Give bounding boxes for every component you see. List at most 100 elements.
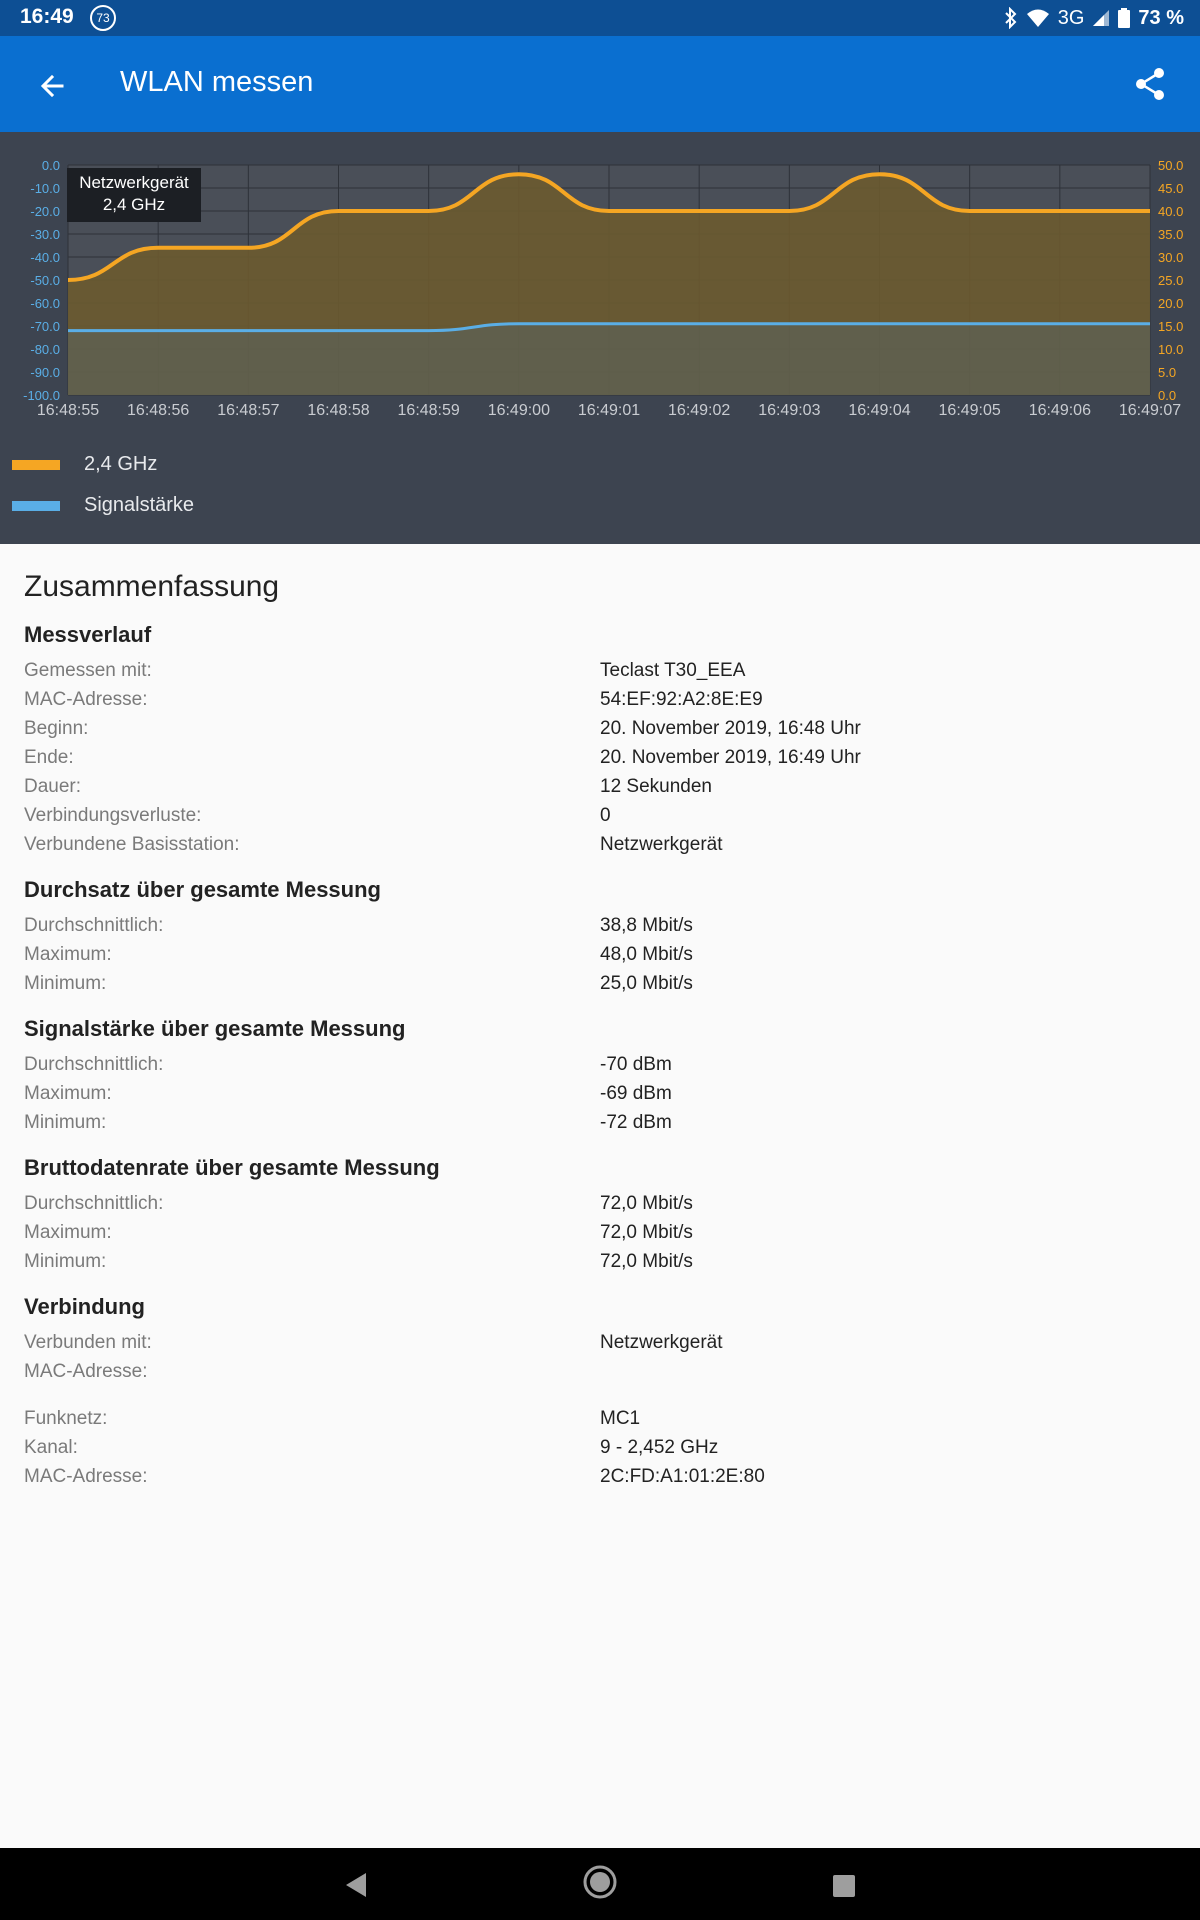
y-right-tick-label: 5.0	[1158, 365, 1176, 380]
info-row: MAC-Adresse: 54:EF:92:A2:8E:E9	[24, 689, 1184, 718]
y-right-tick-label: 45.0	[1158, 181, 1183, 196]
status-bar: 16:49 73 3G 73 %	[0, 0, 1200, 36]
x-tick-label: 16:49:06	[1029, 402, 1091, 419]
tooltip-band: 2,4 GHz	[102, 195, 166, 214]
row-label: Verbunden mit:	[24, 1332, 152, 1353]
info-row: Verbunden mit: Netzwerkgerät	[24, 1332, 1184, 1361]
legend-label: Signalstärke	[84, 494, 195, 516]
row-value: Netzwerkgerät	[600, 834, 723, 855]
info-row: Minimum: -72 dBm	[24, 1112, 1184, 1141]
info-row: Ende: 20. November 2019, 16:49 Uhr	[24, 747, 1184, 776]
row-label: Minimum:	[24, 1112, 107, 1133]
y-left-tick-label: -40.0	[30, 250, 60, 265]
summary-title: Zusammenfassung	[24, 570, 280, 603]
battery-icon	[1118, 8, 1131, 28]
info-row: Maximum: -69 dBm	[24, 1083, 1184, 1112]
row-value: 20. November 2019, 16:49 Uhr	[600, 747, 861, 768]
y-left-tick-label: -100.0	[23, 388, 60, 403]
tooltip-device: Netzwerkgerät	[79, 173, 189, 192]
nav-back-icon[interactable]	[344, 1872, 368, 1903]
y-left-tick-label: -90.0	[30, 365, 60, 380]
info-row: Verbindungsverluste: 0	[24, 805, 1184, 834]
legend-swatch	[12, 500, 60, 511]
share-icon[interactable]	[1132, 66, 1168, 102]
legend-item-2-4-ghz: 2,4 GHz	[12, 444, 194, 485]
status-time: 16:49	[20, 5, 74, 28]
x-tick-label: 16:48:56	[127, 402, 189, 419]
info-row: MAC-Adresse:	[24, 1361, 1184, 1390]
row-label: Maximum:	[24, 1083, 112, 1104]
network-type: 3G	[1057, 6, 1085, 29]
row-value: 2C:FD:A1:01:2E:80	[600, 1466, 765, 1487]
row-value: 72,0 Mbit/s	[600, 1193, 693, 1214]
info-row: MAC-Adresse: 2C:FD:A1:01:2E:80	[24, 1466, 1184, 1495]
row-label: MAC-Adresse:	[24, 1466, 148, 1487]
summary: Zusammenfassung Messverlauf Gemessen mit…	[24, 570, 1184, 1495]
row-value: 54:EF:92:A2:8E:E9	[600, 689, 763, 710]
y-left-tick-label: -10.0	[30, 181, 60, 196]
row-value: 72,0 Mbit/s	[600, 1251, 693, 1272]
row-value: 38,8 Mbit/s	[600, 915, 693, 936]
row-label: Durchschnittlich:	[24, 1054, 164, 1075]
row-value: 25,0 Mbit/s	[600, 973, 693, 994]
x-tick-label: 16:49:07	[1119, 402, 1181, 419]
row-label: Beginn:	[24, 718, 89, 739]
y-left-tick-label: -60.0	[30, 296, 60, 311]
row-label: Durchschnittlich:	[24, 1193, 164, 1214]
row-label: Durchschnittlich:	[24, 915, 164, 936]
row-value: -72 dBm	[600, 1112, 672, 1133]
row-value: 72,0 Mbit/s	[600, 1222, 693, 1243]
y-right-tick-label: 20.0	[1158, 296, 1183, 311]
x-tick-label: 16:48:58	[307, 402, 369, 419]
y-left-tick-label: -30.0	[30, 227, 60, 242]
row-label: Kanal:	[24, 1437, 78, 1458]
chart-tooltip: Netzwerkgerät 2,4 GHz	[67, 168, 201, 222]
row-label: Funknetz:	[24, 1408, 108, 1429]
y-left-tick-label: -20.0	[30, 204, 60, 219]
bluetooth-icon	[1004, 7, 1018, 29]
y-right-tick-label: 30.0	[1158, 250, 1183, 265]
row-value: 20. November 2019, 16:48 Uhr	[600, 718, 861, 739]
page-title: WLAN messen	[120, 66, 314, 98]
row-spacer	[24, 1390, 1184, 1408]
wifi-icon	[1026, 8, 1050, 28]
row-label: Maximum:	[24, 944, 112, 965]
app-bar: WLAN messen	[0, 36, 1200, 132]
x-tick-label: 16:49:05	[939, 402, 1001, 419]
y-right-tick-label: 0.0	[1158, 388, 1176, 403]
info-row: Kanal: 9 - 2,452 GHz	[24, 1437, 1184, 1466]
info-row: Dauer: 12 Sekunden	[24, 776, 1184, 805]
row-value: 48,0 Mbit/s	[600, 944, 693, 965]
y-left-tick-label: -70.0	[30, 319, 60, 334]
info-row: Verbundene Basisstation: Netzwerkgerät	[24, 834, 1184, 863]
row-label: Minimum:	[24, 973, 107, 994]
row-label: Gemessen mit:	[24, 660, 152, 681]
y-right-tick-label: 25.0	[1158, 273, 1183, 288]
row-value: 9 - 2,452 GHz	[600, 1437, 719, 1458]
y-left-tick-label: -80.0	[30, 342, 60, 357]
row-label: Maximum:	[24, 1222, 112, 1243]
info-row: Gemessen mit: Teclast T30_EEA	[24, 660, 1184, 689]
section-title-verbindung: Verbindung	[24, 1294, 145, 1319]
y-left-tick-label: 0.0	[42, 158, 60, 173]
row-value: Teclast T30_EEA	[600, 660, 746, 681]
arrow-left-icon[interactable]	[34, 66, 74, 106]
y-right-tick-label: 35.0	[1158, 227, 1183, 242]
nav-home-icon[interactable]	[580, 1862, 620, 1907]
row-label: Verbundene Basisstation:	[24, 834, 240, 855]
section-title-signalstaerke: Signalstärke über gesamte Messung	[24, 1016, 406, 1041]
row-label: Minimum:	[24, 1251, 107, 1272]
row-value: -70 dBm	[600, 1054, 672, 1075]
info-row: Durchschnittlich: 72,0 Mbit/s	[24, 1193, 1184, 1222]
info-row: Maximum: 72,0 Mbit/s	[24, 1222, 1184, 1251]
legend-label: 2,4 GHz	[84, 453, 158, 475]
chart-legend: 2,4 GHz Signalstärke	[12, 444, 194, 526]
battery-level: 73 %	[1138, 6, 1184, 29]
y-left-tick-label: -50.0	[30, 273, 60, 288]
row-label: Verbindungsverluste:	[24, 805, 202, 826]
y-right-tick-label: 15.0	[1158, 319, 1183, 334]
nav-recent-icon[interactable]	[832, 1874, 856, 1903]
info-row: Minimum: 72,0 Mbit/s	[24, 1251, 1184, 1280]
legend-item-signalstaerke: Signalstärke	[12, 485, 194, 526]
row-value: 0	[600, 805, 611, 826]
